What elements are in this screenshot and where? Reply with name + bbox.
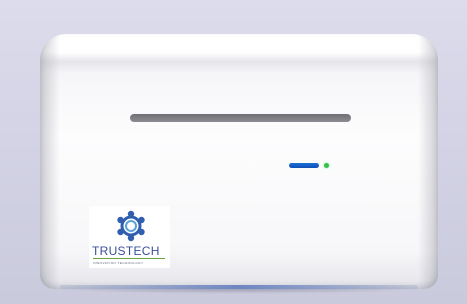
logo-brand-name: TRUSTECH	[92, 244, 160, 258]
card-slot	[130, 114, 351, 122]
device-bottom-rim	[60, 285, 418, 289]
photo-background: TRUSTECH INNOVATION TECHNOLOGY	[0, 0, 467, 304]
device-top-ridge	[40, 52, 438, 74]
green-status-dot	[324, 163, 329, 168]
logo-underline	[93, 258, 165, 259]
gear-ring-icon	[117, 210, 145, 242]
logo-tagline: INNOVATION TECHNOLOGY	[93, 261, 144, 265]
blue-led-bar	[289, 163, 319, 168]
trustech-logo: TRUSTECH INNOVATION TECHNOLOGY	[89, 206, 170, 268]
